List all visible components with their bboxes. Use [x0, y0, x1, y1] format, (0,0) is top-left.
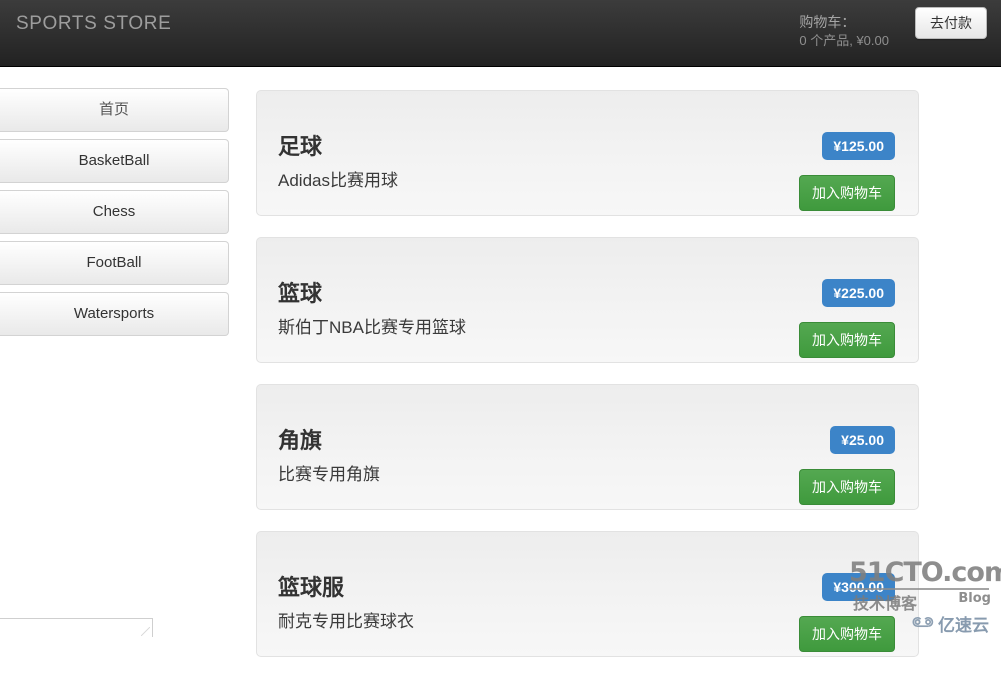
product-price-badge: ¥125.00	[822, 132, 895, 160]
product-description: 比赛专用角旗	[278, 460, 380, 485]
bottom-status-panel	[0, 618, 153, 637]
sidebar-item-basketball[interactable]: BasketBall	[0, 139, 229, 183]
category-sidebar: 首页 BasketBall Chess FootBall Watersports	[0, 88, 229, 343]
product-title: 篮球	[278, 276, 322, 308]
product-description: 耐克专用比赛球衣	[278, 607, 414, 632]
product-title: 足球	[278, 129, 322, 161]
sidebar-item-chess[interactable]: Chess	[0, 190, 229, 234]
product-list: 足球 Adidas比赛用球 ¥125.00 加入购物车 篮球 斯伯丁NBA比赛专…	[256, 90, 919, 678]
add-to-cart-button[interactable]: 加入购物车	[799, 616, 895, 652]
product-title: 篮球服	[278, 570, 344, 602]
product-price-badge: ¥300.00	[822, 573, 895, 601]
watermark-cloud-brand: 亿速云	[912, 611, 989, 636]
product-title: 角旗	[278, 423, 322, 455]
add-to-cart-button[interactable]: 加入购物车	[799, 469, 895, 505]
sidebar-item-football[interactable]: FootBall	[0, 241, 229, 285]
resize-grip-icon[interactable]	[141, 627, 150, 636]
top-navbar: SPORTS STORE 购物车： 0 个产品, ¥0.00 去付款	[0, 0, 1001, 67]
product-description: 斯伯丁NBA比赛专用篮球	[278, 313, 466, 338]
cart-label: 购物车：	[799, 12, 889, 32]
brand-logo[interactable]: SPORTS STORE	[16, 13, 171, 35]
cart-items-total: 0 个产品, ¥0.00	[799, 32, 889, 51]
add-to-cart-button[interactable]: 加入购物车	[799, 175, 895, 211]
product-price-badge: ¥225.00	[822, 279, 895, 307]
cart-summary: 购物车： 0 个产品, ¥0.00	[799, 12, 889, 51]
watermark-cloud-text: 亿速云	[938, 611, 989, 636]
product-description: Adidas比赛用球	[278, 166, 398, 191]
sidebar-item-home[interactable]: 首页	[0, 88, 229, 132]
product-price-badge: ¥25.00	[830, 426, 895, 454]
product-card: 足球 Adidas比赛用球 ¥125.00 加入购物车	[256, 90, 919, 216]
product-card: 篮球 斯伯丁NBA比赛专用篮球 ¥225.00 加入购物车	[256, 237, 919, 363]
product-card: 角旗 比赛专用角旗 ¥25.00 加入购物车	[256, 384, 919, 510]
checkout-button[interactable]: 去付款	[915, 7, 987, 39]
watermark-blog-label: Blog	[958, 591, 991, 606]
product-card: 篮球服 耐克专用比赛球衣 ¥300.00 加入购物车	[256, 531, 919, 657]
sidebar-item-watersports[interactable]: Watersports	[0, 292, 229, 336]
add-to-cart-button[interactable]: 加入购物车	[799, 322, 895, 358]
